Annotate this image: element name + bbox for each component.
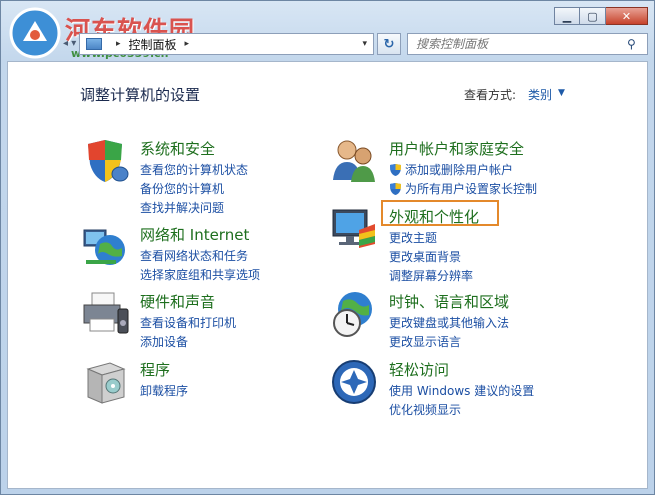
search-input[interactable] xyxy=(408,37,627,51)
link-label: 添加或删除用户帐户 xyxy=(405,163,514,177)
programs-box-icon[interactable] xyxy=(80,357,130,407)
link-label: 为所有用户设置家长控制 xyxy=(405,182,538,196)
breadcrumb-control-panel[interactable]: 控制面板 xyxy=(129,36,177,53)
link-parental-controls[interactable]: 为所有用户设置家长控制 xyxy=(389,179,537,198)
clock-globe-icon[interactable] xyxy=(329,289,379,339)
refresh-button[interactable]: ↻ xyxy=(377,33,401,55)
link-homegroup-sharing[interactable]: 选择家庭组和共享选项 xyxy=(140,265,260,284)
view-by-arrow-icon[interactable]: ▼ xyxy=(558,88,565,98)
maximize-button[interactable]: ▢ xyxy=(580,7,606,25)
link-network-status[interactable]: 查看网络状态和任务 xyxy=(140,246,260,265)
link-change-input-method[interactable]: 更改键盘或其他输入法 xyxy=(389,313,509,332)
category-title[interactable]: 轻松访问 xyxy=(389,359,449,380)
control-panel-window: 河东软件园 www.pc0359.cn ▁ ▢ ✕ ◂ ▾ ▸ 控制面板 ▸ ▾… xyxy=(0,0,655,495)
minimize-button[interactable]: ▁ xyxy=(554,7,580,25)
view-by-dropdown[interactable]: 类别 xyxy=(528,86,552,103)
control-panel-folder-icon xyxy=(86,38,102,50)
network-globe-icon[interactable] xyxy=(80,222,130,272)
link-change-desktop-background[interactable]: 更改桌面背景 xyxy=(389,247,473,266)
category-title[interactable]: 用户帐户和家庭安全 xyxy=(389,138,524,159)
close-button[interactable]: ✕ xyxy=(606,7,648,25)
category-title[interactable]: 程序 xyxy=(140,359,170,380)
search-box[interactable]: ⚲ xyxy=(407,33,648,55)
printer-icon[interactable] xyxy=(80,289,130,339)
category-title[interactable]: 网络和 Internet xyxy=(140,224,249,245)
watermark-logo-icon xyxy=(9,7,61,59)
link-troubleshoot[interactable]: 查找并解决问题 xyxy=(140,198,248,217)
ease-access-icon[interactable] xyxy=(329,357,379,407)
link-view-computer-status[interactable]: 查看您的计算机状态 xyxy=(140,160,248,179)
link-change-theme[interactable]: 更改主题 xyxy=(389,228,473,247)
uac-shield-icon xyxy=(390,182,401,195)
view-by-label: 查看方式: xyxy=(464,88,517,102)
address-bar[interactable]: ▸ 控制面板 ▸ ▾ xyxy=(79,33,374,55)
shield-icon[interactable] xyxy=(80,136,130,186)
appearance-highlight-box xyxy=(381,200,499,226)
link-adjust-resolution[interactable]: 调整屏幕分辨率 xyxy=(389,266,473,285)
search-icon[interactable]: ⚲ xyxy=(627,37,647,51)
address-dropdown-icon[interactable]: ▾ xyxy=(362,39,367,49)
category-title[interactable]: 系统和安全 xyxy=(140,138,215,159)
category-title[interactable]: 时钟、语言和区域 xyxy=(389,291,509,312)
uac-shield-icon xyxy=(390,163,401,176)
link-backup-computer[interactable]: 备份您的计算机 xyxy=(140,179,248,198)
page-title: 调整计算机的设置 xyxy=(80,86,201,104)
link-change-display-language[interactable]: 更改显示语言 xyxy=(389,332,509,351)
link-uninstall-program[interactable]: 卸载程序 xyxy=(140,381,188,400)
link-devices-printers[interactable]: 查看设备和打印机 xyxy=(140,313,236,332)
users-icon[interactable] xyxy=(329,136,379,186)
control-panel-content: 调整计算机的设置 查看方式: 类别 ▼ 系统和安全 查看您的计算机状态 备份您的… xyxy=(7,61,648,489)
breadcrumb-separator-icon[interactable]: ▸ xyxy=(185,39,190,49)
window-caption-buttons: ▁ ▢ ✕ xyxy=(554,7,648,25)
link-optimize-video-display[interactable]: 优化视频显示 xyxy=(389,400,534,419)
nav-history-arrows[interactable]: ◂ ▾ xyxy=(63,38,76,49)
breadcrumb-separator-icon[interactable]: ▸ xyxy=(116,39,121,49)
link-windows-recommended-settings[interactable]: 使用 Windows 建议的设置 xyxy=(389,381,534,400)
link-add-device[interactable]: 添加设备 xyxy=(140,332,236,351)
link-add-remove-accounts[interactable]: 添加或删除用户帐户 xyxy=(389,160,537,179)
category-title[interactable]: 硬件和声音 xyxy=(140,291,215,312)
monitor-palette-icon[interactable] xyxy=(329,204,379,254)
